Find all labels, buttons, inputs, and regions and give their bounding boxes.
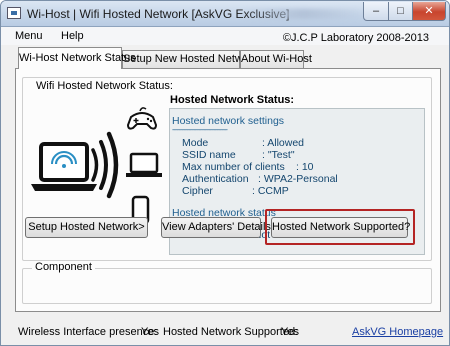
status-bar: Wireless Interface presence: Yes Hosted … [1,317,449,343]
setting-key-ssid: SSID name [182,149,236,161]
setting-key-max-clients: Max number of clients [182,161,285,173]
wireless-presence-label: Wireless Interface presence: [18,326,158,338]
status-group-label: Wifi Hosted Network Status: [33,80,176,92]
setting-value-authentication: : WPA2-Personal [258,173,338,185]
copyright-text: ©J.C.P Laboratory 2008-2013 [282,32,429,44]
hosted-supported-value: Yes [281,326,299,338]
minimize-button[interactable]: – [363,2,389,21]
askvg-homepage-link[interactable]: AskVG Homepage [352,326,443,338]
gamepad-icon [126,107,158,130]
tab-network-status[interactable]: Wi-Host Network Status [18,47,136,69]
wifi-waves-icon [91,131,119,199]
menu-item-menu[interactable]: Menu [15,30,43,42]
app-window: Wi-Host | Wifi Hosted Network [AskVG Exc… [0,0,450,346]
tab-about[interactable]: About Wi-Host [240,50,312,68]
laptop-icon [31,142,97,191]
view-adapters-button[interactable]: View Adapters' Details [161,217,271,238]
tab-setup-network[interactable]: Setup New Hosted Network [122,50,258,68]
title-bar[interactable]: Wi-Host | Wifi Hosted Network [AskVG Exc… [1,1,449,27]
highlight-box [265,209,415,245]
tab-panel: Wifi Hosted Network Status: Hosted Netwo… [15,68,441,312]
hosted-supported-label: Hosted Network Supported: [163,326,299,338]
setup-hosted-network-button[interactable]: Setup Hosted Network> [25,217,148,238]
setting-value-ssid: : "Test" [262,149,295,161]
setting-key-mode: Mode [182,137,209,149]
setting-key-authentication: Authentication [182,173,249,185]
setting-value-max-clients: : 10 [296,161,314,173]
settings-underline: --------------------------------- [172,125,228,134]
laptop-client-icon [126,152,162,177]
app-icon [7,7,21,19]
maximize-button[interactable]: □ [388,2,413,21]
setting-key-cipher: Cipher [182,185,213,197]
component-group-label: Component [32,261,95,273]
setting-value-cipher: : CCMP [252,185,289,197]
component-group: Component [22,261,432,304]
menu-item-help[interactable]: Help [61,30,84,42]
setting-value-mode: : Allowed [262,137,305,149]
close-button[interactable]: ✕ [412,2,446,21]
wireless-presence-value: Yes [141,326,159,338]
status-heading: Hosted Network Status: [170,94,295,106]
